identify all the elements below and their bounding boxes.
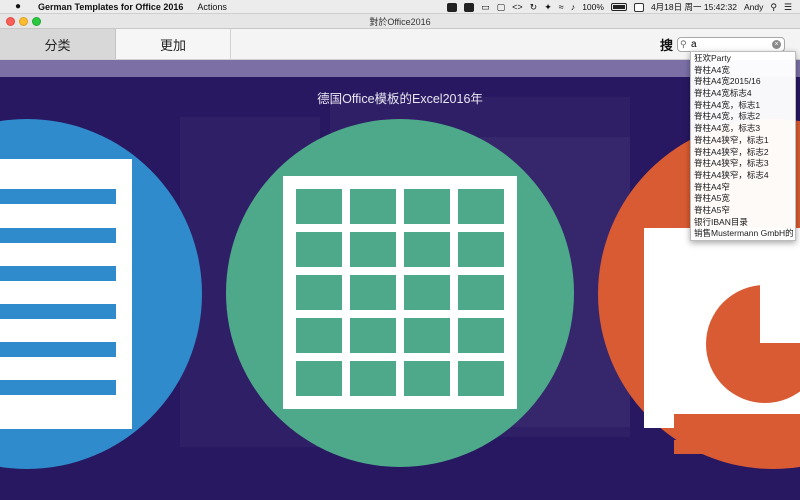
grid-cell: [458, 318, 504, 353]
grid-cell: [350, 318, 396, 353]
slide-line: [674, 414, 800, 428]
suggestion-item[interactable]: 银行IBAN目录: [691, 217, 795, 229]
suggestion-item[interactable]: 脊柱A4宽，标志1: [691, 100, 795, 112]
grid-cell: [404, 232, 450, 267]
tab-more[interactable]: 更加: [116, 29, 231, 59]
grid-cell: [404, 275, 450, 310]
header-stripe: [0, 60, 800, 77]
battery-percent: 100%: [582, 2, 604, 12]
code-icon[interactable]: <>: [512, 0, 523, 14]
search-input[interactable]: [691, 38, 769, 51]
suggestion-item[interactable]: 狂欢Party: [691, 53, 795, 65]
document-line: [0, 228, 116, 243]
search-field[interactable]: ⚲ ×: [677, 37, 785, 52]
search-suggestions-dropdown: 狂欢Party 脊柱A4宽 脊柱A4宽2015/16 脊柱A4宽标志4 脊柱A4宽，标志…: [690, 51, 796, 241]
document-line: [0, 342, 116, 357]
grid-cell: [404, 318, 450, 353]
grid-cell: [350, 232, 396, 267]
grid-cell: [404, 189, 450, 224]
grid-cell: [458, 275, 504, 310]
actions-menu[interactable]: Actions: [197, 2, 227, 12]
suggestion-item[interactable]: 脊柱A4狭窄，标志2: [691, 147, 795, 159]
time-machine-icon[interactable]: ↻: [530, 0, 538, 14]
status-area: ▭ ▢ <> ↻ ✦ ≈ ♪ 100% 4月18日 周一 15:42:32 An…: [447, 0, 800, 14]
grid-cell: [404, 361, 450, 396]
document-line: [0, 189, 116, 204]
clock[interactable]: 4月18日 周一 15:42:32: [651, 1, 737, 13]
app-status-icon-2[interactable]: [464, 2, 475, 12]
grid-cell: [350, 361, 396, 396]
suggestion-item[interactable]: 脊柱A4窄: [691, 182, 795, 194]
search-label: 搜: [660, 38, 674, 53]
suggestion-item[interactable]: 脊柱A4宽，标志3: [691, 123, 795, 135]
apple-menu-icon[interactable]: ●: [12, 0, 24, 14]
suggestion-item[interactable]: 脊柱A4狭窄，标志3: [691, 158, 795, 170]
suggestion-item[interactable]: 脊柱A5窄: [691, 205, 795, 217]
document-icon: [0, 159, 132, 429]
document-line: [0, 304, 116, 319]
app-status-icon[interactable]: [447, 2, 458, 12]
suggestion-item[interactable]: 脊柱A5宽: [691, 193, 795, 205]
main-content: 德国Office模板的Excel2016年: [0, 77, 800, 500]
search-icon: ⚲: [680, 39, 687, 49]
suggestion-item[interactable]: 脊柱A4宽: [691, 65, 795, 77]
input-source-icon[interactable]: [633, 2, 644, 12]
menu-bar: ● German Templates for Office 2016 Actio…: [0, 0, 800, 14]
bluetooth-icon[interactable]: ✦: [544, 0, 552, 14]
document-line: [0, 380, 116, 395]
screen-icon[interactable]: ▢: [497, 0, 506, 14]
spreadsheet-icon: [283, 176, 517, 409]
suggestion-item[interactable]: 脊柱A4宽2015/16: [691, 76, 795, 88]
notification-center-icon[interactable]: ☰: [784, 0, 792, 14]
spotlight-icon[interactable]: ⚲: [770, 0, 777, 14]
clear-search-icon[interactable]: ×: [772, 40, 781, 49]
grid-cell: [296, 361, 342, 396]
app-menu[interactable]: German Templates for Office 2016: [38, 2, 183, 12]
suggestion-item[interactable]: 脊柱A4狭窄，标志1: [691, 135, 795, 147]
grid-cell: [350, 275, 396, 310]
suggestion-item[interactable]: 脊柱A4宽，标志2: [691, 111, 795, 123]
grid-cell: [458, 189, 504, 224]
slide-line: [674, 440, 800, 454]
grid-cell: [296, 318, 342, 353]
grid-cell: [296, 232, 342, 267]
grid-cell: [296, 189, 342, 224]
window-title-bar: 對於Office2016: [0, 14, 800, 29]
wifi-icon[interactable]: ≈: [559, 0, 564, 14]
volume-icon[interactable]: ♪: [571, 0, 576, 14]
grid-cell: [350, 189, 396, 224]
tab-categories[interactable]: 分类: [0, 29, 116, 59]
airplay-icon[interactable]: ▭: [481, 0, 490, 14]
battery-icon[interactable]: [610, 3, 627, 11]
suggestion-item[interactable]: 脊柱A4狭窄，标志4: [691, 170, 795, 182]
presentation-icon: [644, 228, 800, 454]
document-line: [0, 266, 116, 281]
pie-slice-gap: [760, 285, 800, 343]
page-heading: 德国Office模板的Excel2016年: [317, 92, 483, 106]
grid-cell: [296, 275, 342, 310]
window-title: 對於Office2016: [369, 17, 431, 27]
suggestion-item[interactable]: 脊柱A4宽标志4: [691, 88, 795, 100]
toolbar: 分类 更加 搜 ⚲ ×: [0, 29, 800, 60]
user-menu[interactable]: Andy: [744, 2, 763, 12]
grid-cell: [458, 232, 504, 267]
grid-cell: [458, 361, 504, 396]
suggestion-item[interactable]: 销售Mustermann GmbH的: [691, 228, 795, 240]
